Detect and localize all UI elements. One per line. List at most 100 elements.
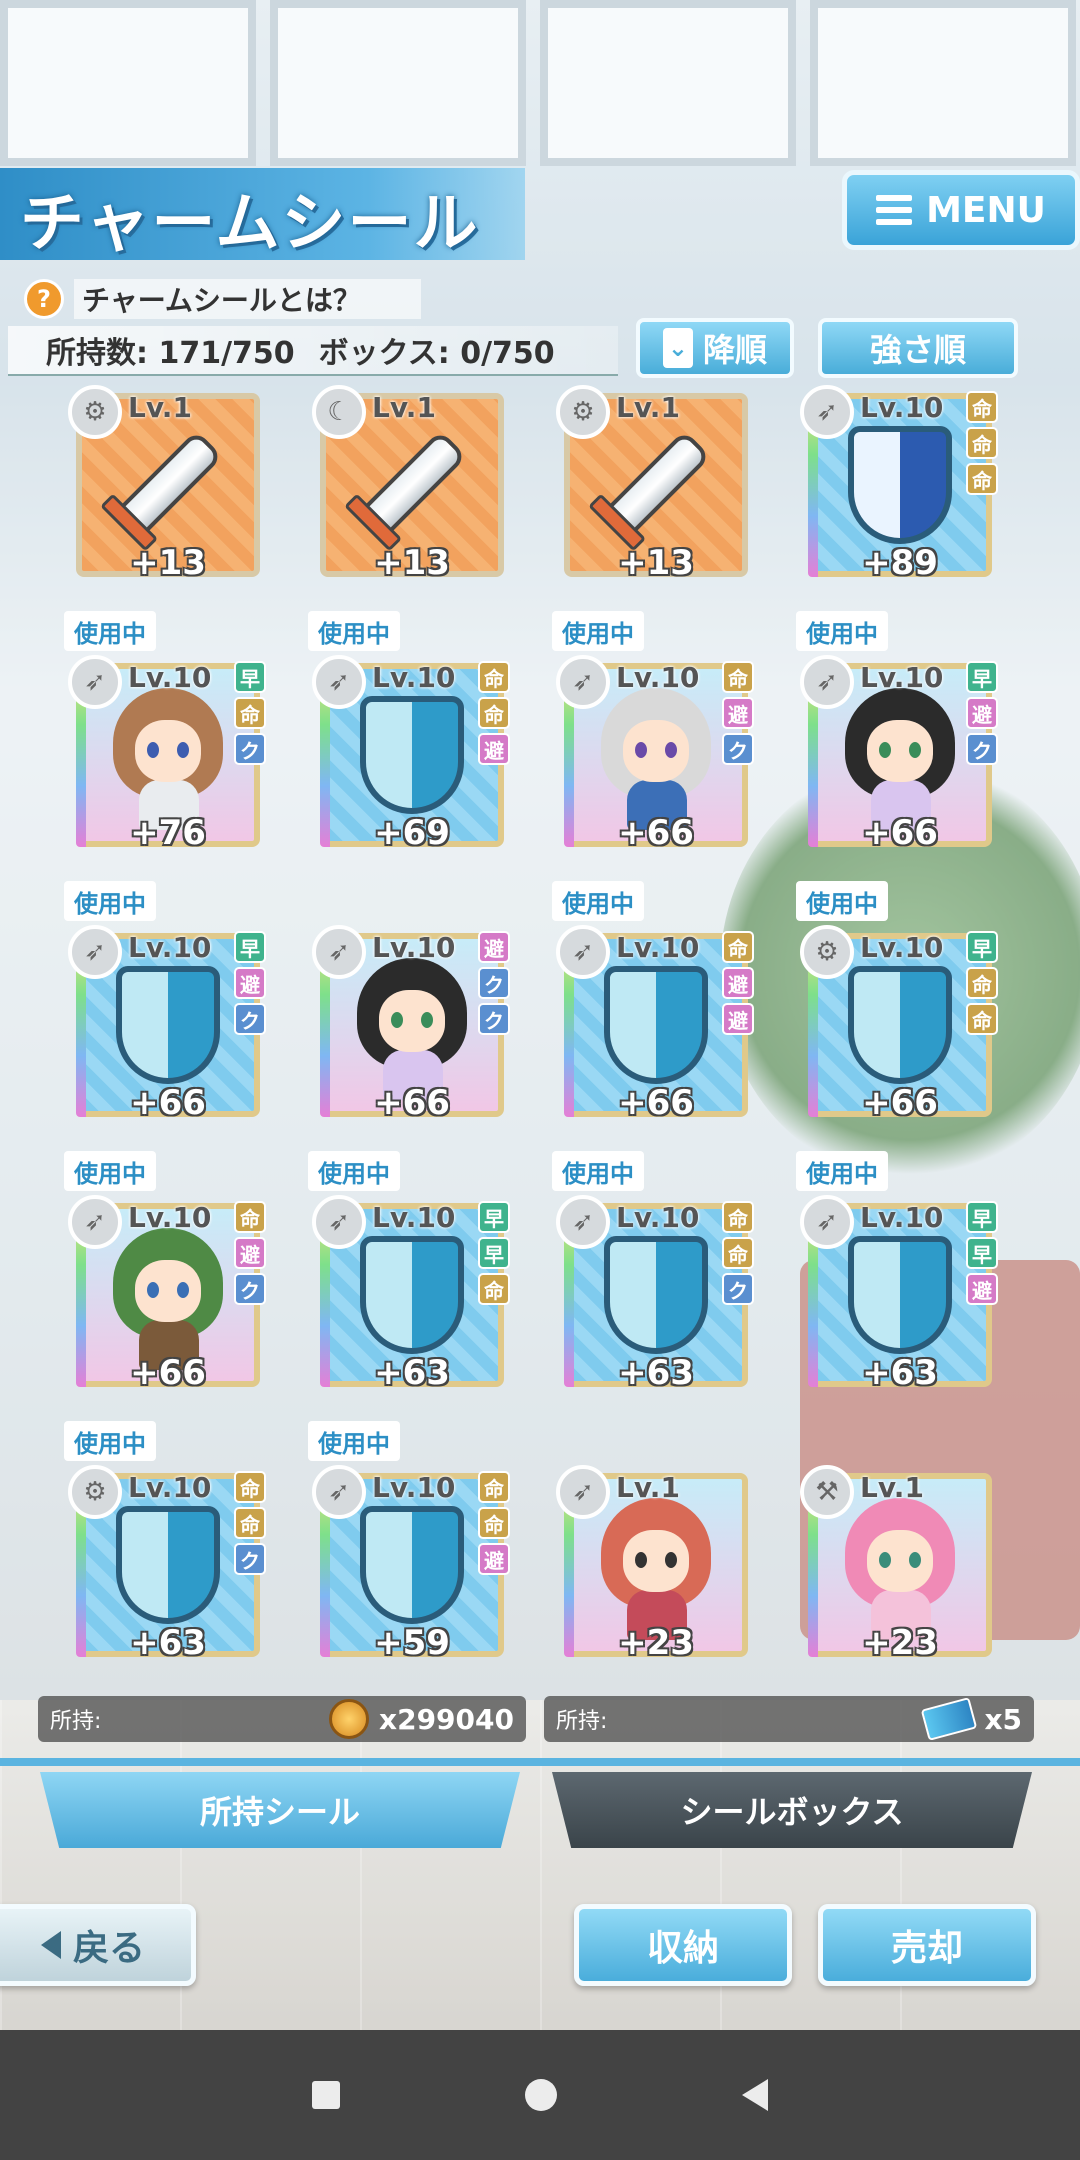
in-use-label: 使用中: [308, 1151, 400, 1191]
sticker-level: Lv.10: [860, 931, 944, 964]
skill-badge: 早: [966, 1237, 998, 1269]
crescent-icon: ☾: [312, 385, 366, 439]
skill-badge: 命: [722, 1201, 754, 1233]
tab-strip: [0, 1758, 1080, 1766]
sticker-level: Lv.1: [128, 391, 192, 424]
sword-icon: [600, 426, 712, 544]
sticker-card[interactable]: ⚙ Lv.1 +13: [68, 385, 268, 585]
skill-badges: 早命ク: [234, 661, 266, 765]
coin-label: 所持:: [50, 1709, 102, 1734]
sticker-bonus: +66: [862, 1083, 938, 1123]
gear-icon: ⚙: [68, 385, 122, 439]
sticker-card[interactable]: ➶ Lv.10 +66 命避ク 使用中: [64, 1151, 268, 1395]
sticker-bonus: +66: [130, 1353, 206, 1393]
recents-icon[interactable]: [312, 2081, 341, 2109]
character-portrait: [841, 680, 959, 830]
sticker-card[interactable]: ⚙ Lv.1 +13: [556, 385, 756, 585]
skill-badge: 命: [478, 1507, 510, 1539]
shield-icon: [360, 1506, 464, 1624]
sticker-card[interactable]: ➶ Lv.10 +66 命避ク 使用中: [552, 611, 756, 855]
sticker-grid[interactable]: ⚙ Lv.1 +13 ☾ Lv.1 +13 ⚙ Lv.1 +13 ➶ Lv.10 +89 命命命 ➶ Lv.…: [0, 385, 1080, 1685]
skill-badge: 避: [722, 1003, 754, 1035]
sticker-card[interactable]: ☾ Lv.1 +13: [312, 385, 512, 585]
character-portrait: [597, 680, 715, 830]
in-use-label: 使用中: [308, 611, 400, 651]
hammer-icon: ⚒: [800, 1465, 854, 1519]
shield-icon: [848, 1236, 952, 1354]
skill-badge: 命: [966, 427, 998, 459]
skill-badges: 命命避: [478, 1471, 510, 1575]
skill-badges: 早早命: [478, 1201, 510, 1305]
sticker-card[interactable]: ➶ Lv.10 +76 早命ク 使用中: [64, 611, 268, 855]
skill-badge: ク: [234, 733, 266, 765]
sticker-level: Lv.10: [128, 931, 212, 964]
count-box: ボックス: 0/750: [318, 336, 555, 371]
sticker-level: Lv.1: [372, 391, 436, 424]
gear-icon: ⚙: [556, 385, 610, 439]
skill-badges: 早避ク: [966, 661, 998, 765]
tab-owned-stickers[interactable]: 所持シール: [40, 1772, 520, 1848]
home-icon[interactable]: [524, 2079, 557, 2111]
back-nav-icon[interactable]: [741, 2079, 768, 2111]
skill-badge: 命: [234, 1201, 266, 1233]
skill-badge: 命: [234, 1471, 266, 1503]
sort-order-label: 降順: [702, 331, 767, 369]
menu-button[interactable]: MENU: [842, 170, 1080, 250]
sword-icon: [112, 426, 224, 544]
sticker-card[interactable]: ➶ Lv.10 +63 早早命 使用中: [308, 1151, 512, 1395]
skill-badge: 命: [722, 1237, 754, 1269]
sticker-bonus: +23: [618, 1623, 694, 1663]
shield-icon: [116, 1506, 220, 1624]
sort-order-button[interactable]: ⌄ 降順: [636, 318, 794, 378]
sticker-card[interactable]: ➶ Lv.10 +69 命命避 使用中: [308, 611, 512, 855]
sticker-card[interactable]: ➶ Lv.10 +66 避クク: [312, 925, 512, 1125]
sticker-bonus: +63: [618, 1353, 694, 1393]
shield-icon: [848, 426, 952, 544]
sell-button[interactable]: 売却: [818, 1904, 1036, 1986]
sticker-level: Lv.10: [128, 1471, 212, 1504]
skill-badge: 命: [478, 697, 510, 729]
sticker-card[interactable]: ⚙ Lv.10 +66 早命命 使用中: [796, 881, 1000, 1125]
skill-badge: 早: [966, 931, 998, 963]
sticker-level: Lv.10: [616, 661, 700, 694]
skill-badge: 避: [478, 1543, 510, 1575]
coin-icon: [329, 1699, 370, 1739]
sticker-card[interactable]: ➶ Lv.10 +59 命命避 使用中: [308, 1421, 512, 1665]
sticker-bonus: +69: [374, 813, 450, 853]
feather-icon: ➶: [800, 655, 854, 709]
sticker-card[interactable]: ➶ Lv.10 +63 早早避 使用中: [796, 1151, 1000, 1395]
sticker-card[interactable]: ➶ Lv.1 +23: [556, 1465, 756, 1665]
gear-icon: ⚙: [800, 925, 854, 979]
skill-badge: 命: [722, 661, 754, 693]
sticker-card[interactable]: ➶ Lv.10 +66 早避ク 使用中: [64, 881, 268, 1125]
sword-icon: [356, 426, 468, 544]
skill-badge: 避: [234, 1237, 266, 1269]
character-portrait: [109, 1220, 227, 1370]
sort-key-button[interactable]: 強さ順: [818, 318, 1018, 378]
skill-badge: 避: [966, 1273, 998, 1305]
sticker-level: Lv.1: [616, 1471, 680, 1504]
sticker-card[interactable]: ➶ Lv.10 +63 命命ク 使用中: [552, 1151, 756, 1395]
feather-icon: ➶: [312, 1195, 366, 1249]
skill-badge: ク: [234, 1273, 266, 1305]
sticker-level: Lv.10: [128, 1201, 212, 1234]
tab-sticker-box[interactable]: シールボックス: [552, 1772, 1032, 1848]
sticker-card[interactable]: ➶ Lv.10 +66 命避避 使用中: [552, 881, 756, 1125]
skill-badge: 早: [234, 661, 266, 693]
sticker-card[interactable]: ⚒ Lv.1 +23: [800, 1465, 1000, 1665]
skill-badge: 命: [478, 1273, 510, 1305]
feather-icon: ➶: [556, 1465, 610, 1519]
back-button[interactable]: 戻る: [0, 1904, 196, 1986]
in-use-label: 使用中: [64, 881, 156, 921]
help-link[interactable]: ? チャームシールとは？: [24, 278, 421, 320]
sticker-card[interactable]: ➶ Lv.10 +66 早避ク 使用中: [796, 611, 1000, 855]
character-portrait: [109, 680, 227, 830]
skill-badge: 命: [234, 697, 266, 729]
sticker-bonus: +76: [130, 813, 206, 853]
sticker-card[interactable]: ➶ Lv.10 +89 命命命: [800, 385, 1000, 585]
skill-badge: 命: [966, 967, 998, 999]
in-use-label: 使用中: [64, 1151, 156, 1191]
store-button[interactable]: 収納: [574, 1904, 792, 1986]
feather-icon: ➶: [800, 385, 854, 439]
sticker-card[interactable]: ⚙ Lv.10 +63 命命ク 使用中: [64, 1421, 268, 1665]
